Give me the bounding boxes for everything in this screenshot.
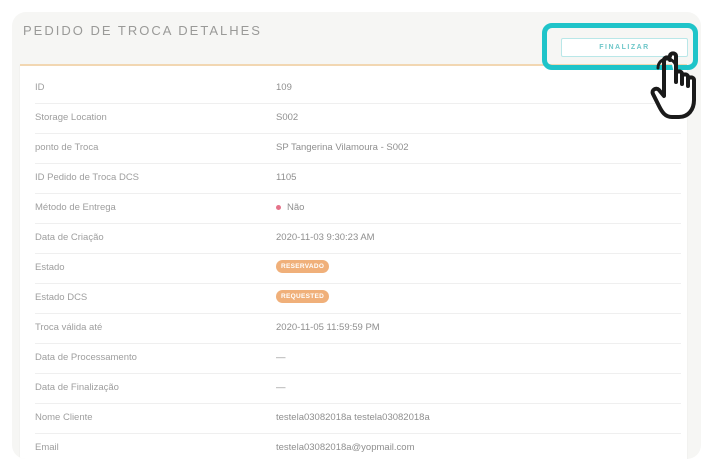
detail-value: 2020-11-05 11:59:59 PM <box>276 322 380 333</box>
detail-value: S002 <box>276 112 299 123</box>
detail-row-metodo-entrega: Método de Entrega Não <box>35 194 681 224</box>
detail-value: 2020-11-03 9:30:23 AM <box>276 232 375 243</box>
status-badge: RESERVADO <box>276 260 330 273</box>
detail-row-troca-valida-ate: Troca válida até 2020-11-05 11:59:59 PM <box>35 314 681 344</box>
detail-row-data-criacao: Data de Criação 2020-11-03 9:30:23 AM <box>35 224 681 254</box>
detail-row-id-pedido-dcs: ID Pedido de Troca DCS 1105 <box>35 164 681 194</box>
detail-label: Data de Processamento <box>35 352 137 363</box>
detail-value: 1105 <box>276 172 297 183</box>
details-card: ID 109 Storage Location S002 ponto de Tr… <box>20 64 687 459</box>
detail-row-estado: Estado RESERVADO <box>35 254 681 284</box>
detail-value: — <box>276 352 286 363</box>
detail-value: testela03082018a@yopmail.com <box>276 442 415 453</box>
detail-label: Método de Entrega <box>35 202 116 213</box>
detail-row-storage-location: Storage Location S002 <box>35 104 681 134</box>
details-list: ID 109 Storage Location S002 ponto de Tr… <box>20 74 681 459</box>
detail-label: Estado <box>35 262 65 273</box>
detail-label: Data de Criação <box>35 232 104 243</box>
detail-label: Nome Cliente <box>35 412 93 423</box>
detail-label: Email <box>35 442 59 453</box>
status-dot-icon <box>276 205 281 210</box>
status-badge: REQUESTED <box>276 290 330 303</box>
detail-label: ponto de Troca <box>35 142 99 153</box>
detail-label: ID Pedido de Troca DCS <box>35 172 140 183</box>
detail-label: Storage Location <box>35 112 107 123</box>
detail-value: Não <box>276 202 304 213</box>
detail-value: 109 <box>276 82 292 93</box>
detail-row-id: ID 109 <box>35 74 681 104</box>
hand-pointer-icon <box>650 51 696 119</box>
detail-value: REQUESTED <box>276 290 330 303</box>
app-frame: PEDIDO DE TROCA DETALHES ID 109 Storage … <box>12 12 701 459</box>
detail-row-ponto-de-troca: ponto de Troca SP Tangerina Vilamoura - … <box>35 134 681 164</box>
detail-label: Data de Finalização <box>35 382 119 393</box>
detail-label: ID <box>35 82 45 93</box>
detail-value: SP Tangerina Vilamoura - S002 <box>276 142 409 153</box>
detail-row-estado-dcs: Estado DCS REQUESTED <box>35 284 681 314</box>
detail-row-data-processamento: Data de Processamento — <box>35 344 681 374</box>
detail-value: — <box>276 382 286 393</box>
detail-label: Estado DCS <box>35 292 88 303</box>
detail-row-data-finalizacao: Data de Finalização — <box>35 374 681 404</box>
detail-value: RESERVADO <box>276 260 330 273</box>
detail-row-nome-cliente: Nome Cliente testela03082018a testela030… <box>35 404 681 434</box>
detail-value-text: Não <box>287 202 305 213</box>
detail-label: Troca válida até <box>35 322 103 333</box>
page-title: PEDIDO DE TROCA DETALHES <box>23 23 262 38</box>
detail-value: testela03082018a testela03082018a <box>276 412 430 423</box>
detail-row-email: Email testela03082018a@yopmail.com <box>35 434 681 459</box>
